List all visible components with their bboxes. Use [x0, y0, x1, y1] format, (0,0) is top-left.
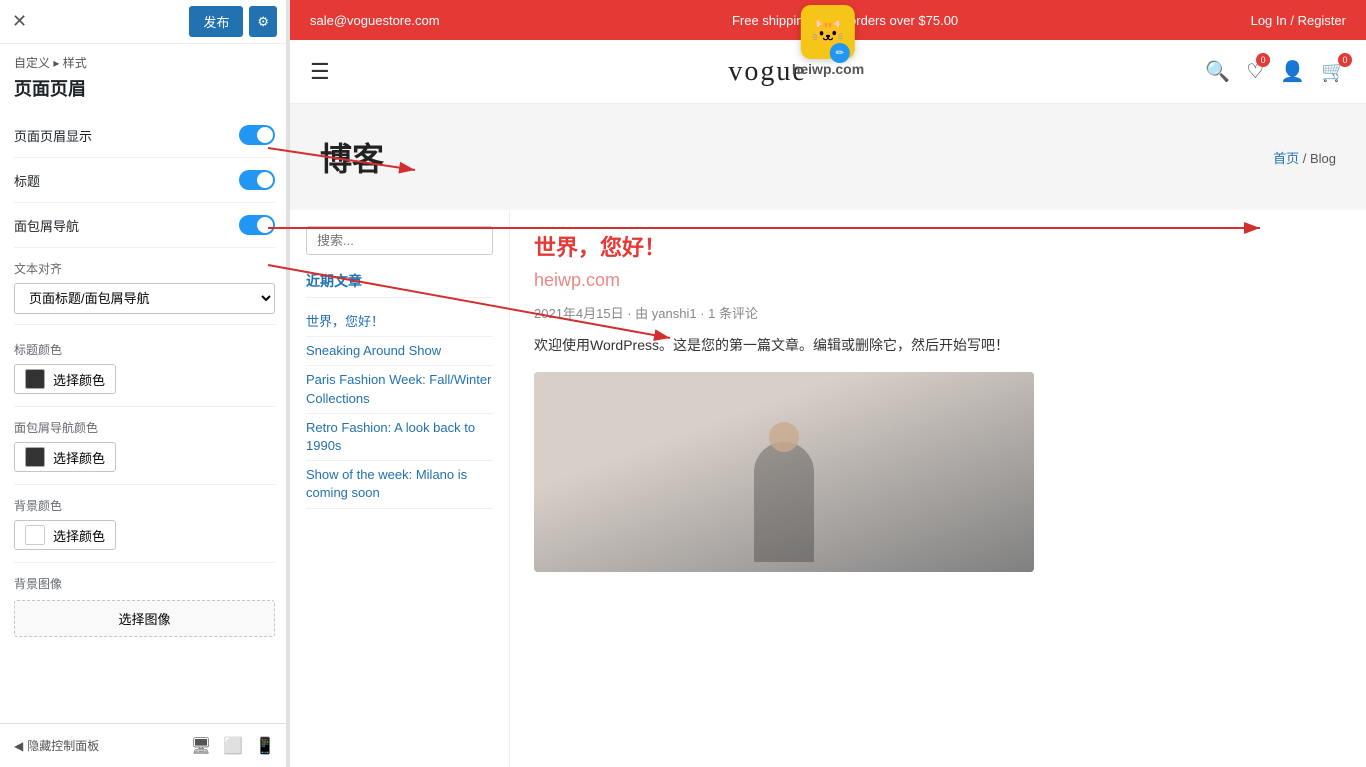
panel-breadcrumb: 自定义 ▸ 样式 — [0, 44, 289, 75]
list-item[interactable]: Sneaking Around Show — [306, 337, 493, 366]
close-button[interactable]: ✕ — [12, 11, 27, 32]
setting-show-header: 页面页眉显示 — [14, 113, 275, 158]
breadcrumb-color-swatch — [25, 447, 45, 467]
post-watermark: heiwp.com — [534, 270, 1342, 291]
title-color-label: 标题颜色 — [14, 341, 275, 358]
title-color-section: 标题颜色 选择颜色 — [14, 329, 275, 407]
publish-button[interactable]: 发布 — [189, 6, 243, 37]
publish-area: 发布 ⚙ — [189, 6, 277, 37]
mobile-icon[interactable]: 📱 — [255, 736, 275, 756]
show-header-toggle[interactable] — [239, 125, 275, 145]
heiwp-logo-text: heiwp.com — [792, 61, 864, 77]
bg-color-button[interactable]: 选择颜色 — [14, 520, 116, 550]
device-icons-group: 🖥 ⬜ 📱 — [191, 736, 275, 756]
announce-email: sale@voguestore.com — [310, 13, 440, 28]
list-item[interactable]: Paris Fashion Week: Fall/Winter Collecti… — [306, 366, 493, 413]
bg-color-swatch — [25, 525, 45, 545]
text-align-section: 文本对齐 页面标题/面包屑导航 居左 居中 居右 — [14, 248, 275, 320]
customizer-panel: ✕ 发布 ⚙ 自定义 ▸ 样式 页面页眉 页面页眉显示 标题 面包屑导航 文本对… — [0, 0, 290, 767]
post-meta: 2021年4月15日 · 由 yanshi1 · 1 条评论 — [534, 303, 1342, 322]
hamburger-menu[interactable]: ☰ — [310, 59, 330, 85]
cart-badge: 0 — [1338, 53, 1352, 67]
search-input[interactable] — [307, 227, 493, 254]
breadcrumb-color-section: 面包屑导航颜色 选择颜色 — [14, 407, 275, 485]
breadcrumb-color-btn-label: 选择颜色 — [53, 448, 105, 467]
title-color-btn-label: 选择颜色 — [53, 370, 105, 389]
breadcrumb-color-button[interactable]: 选择颜色 — [14, 442, 116, 472]
breadcrumb-toggle[interactable] — [239, 215, 275, 235]
recent-posts-list: 世界，您好！ Sneaking Around Show Paris Fashio… — [306, 308, 493, 509]
preview-area: 🐱 heiwp.com ✏ sale@voguestore.com Free s… — [290, 0, 1366, 767]
recent-posts-title: 近期文章 — [306, 271, 493, 298]
bg-color-label: 背景颜色 — [14, 497, 275, 514]
post-title: 世界，您好！ — [534, 230, 1342, 262]
breadcrumb-color-label: 面包屑导航颜色 — [14, 419, 275, 436]
panel-bottom-bar: ◀ 隐藏控制面板 🖥 ⬜ 📱 — [0, 723, 289, 767]
show-header-label: 页面页眉显示 — [14, 126, 92, 145]
post-excerpt: 欢迎使用WordPress。这是您的第一篇文章。编辑或删除它，然后开始写吧！ — [534, 334, 1342, 356]
breadcrumb-current: Blog — [1310, 151, 1336, 166]
list-item[interactable]: 世界，您好！ — [306, 308, 493, 337]
main-content: 🔍 近期文章 世界，您好！ Sneaking Around Show Paris… — [290, 210, 1366, 767]
panel-title: 页面页眉 — [0, 75, 289, 113]
panel-scrollbar — [286, 0, 290, 767]
list-item[interactable]: Show of the week: Milano is coming soon — [306, 461, 493, 508]
breadcrumb-parent[interactable]: 自定义 — [14, 56, 50, 70]
settings-button[interactable]: ⚙ — [249, 6, 277, 37]
title-toggle[interactable] — [239, 170, 275, 190]
hide-controls-label: 隐藏控制面板 — [27, 737, 99, 754]
title-label: 标题 — [14, 171, 40, 190]
sidebar: 🔍 近期文章 世界，您好！ Sneaking Around Show Paris… — [290, 210, 510, 767]
search-icon[interactable]: 🔍 — [1205, 59, 1230, 84]
bg-image-label: 背景图像 — [14, 575, 275, 592]
breadcrumb-sep: ▸ — [53, 56, 59, 70]
cart-icon[interactable]: 🛒 0 — [1321, 59, 1346, 84]
header-icons: 🔍 ♡ 0 👤 🛒 0 — [1205, 59, 1346, 84]
panel-scroll-area: 页面页眉显示 标题 面包屑导航 文本对齐 页面标题/面包屑导航 居左 居中 居右 — [0, 113, 289, 723]
setting-breadcrumb: 面包屑导航 — [14, 203, 275, 248]
breadcrumb-home-link[interactable]: 首页 — [1273, 151, 1299, 166]
post-header: 世界，您好！ heiwp.com — [534, 230, 1342, 291]
heiwp-overlay: 🐱 heiwp.com ✏ — [792, 5, 864, 77]
search-box: 🔍 — [306, 226, 493, 255]
setting-title: 标题 — [14, 158, 275, 203]
bg-image-section: 背景图像 选择图像 — [14, 563, 275, 649]
post-image — [534, 372, 1034, 572]
breadcrumb-sep: / — [1303, 151, 1310, 166]
wishlist-icon[interactable]: ♡ 0 — [1246, 59, 1264, 84]
breadcrumb-current: 样式 — [63, 56, 87, 70]
panel-topbar: ✕ 发布 ⚙ — [0, 0, 289, 44]
account-icon[interactable]: 👤 — [1280, 59, 1305, 84]
list-item[interactable]: Retro Fashion: A look back to 1990s — [306, 414, 493, 461]
announce-auth[interactable]: Log In / Register — [1251, 13, 1346, 28]
desktop-icon[interactable]: 🖥 — [191, 736, 211, 756]
text-align-select[interactable]: 页面标题/面包屑导航 居左 居中 居右 — [14, 283, 275, 314]
breadcrumb-nav-label: 面包屑导航 — [14, 216, 79, 235]
title-color-button[interactable]: 选择颜色 — [14, 364, 116, 394]
bg-color-btn-label: 选择颜色 — [53, 526, 105, 545]
tablet-icon[interactable]: ⬜ — [223, 736, 243, 756]
breadcrumb-trail: 首页 / Blog — [1273, 148, 1336, 167]
select-image-button[interactable]: 选择图像 — [14, 600, 275, 637]
title-color-swatch — [25, 369, 45, 389]
edit-badge: ✏ — [830, 43, 850, 63]
text-align-label: 文本对齐 — [14, 260, 275, 277]
wishlist-badge: 0 — [1256, 53, 1270, 67]
page-title: 博客 — [320, 134, 384, 180]
chevron-left-icon: ◀ — [14, 739, 23, 753]
bg-color-section: 背景颜色 选择颜色 — [14, 485, 275, 563]
hide-controls-button[interactable]: ◀ 隐藏控制面板 — [14, 737, 99, 754]
blog-content: 世界，您好！ heiwp.com 2021年4月15日 · 由 yanshi1 … — [510, 210, 1366, 767]
page-header: 博客 首页 / Blog — [290, 104, 1366, 210]
